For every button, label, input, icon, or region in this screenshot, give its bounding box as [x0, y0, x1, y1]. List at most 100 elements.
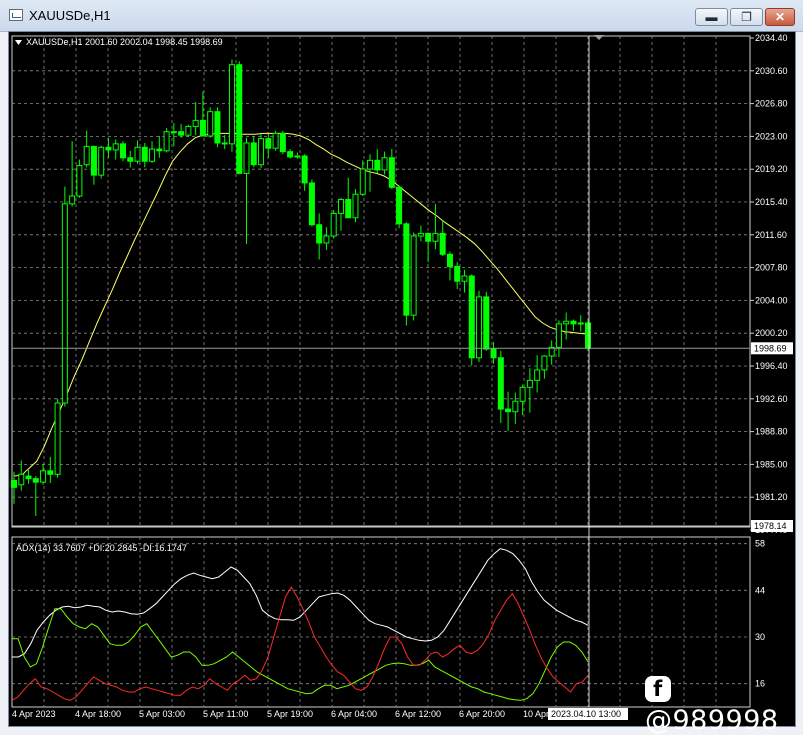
candle-body-bear [47, 470, 54, 475]
candle-body-bull [410, 235, 417, 316]
candle-body-bear [279, 132, 286, 153]
candle [316, 213, 323, 260]
price-tick-label: 2019.20 [755, 164, 788, 174]
indicator-tick-label: 44 [755, 585, 765, 595]
candle [76, 159, 83, 198]
candle-body-bull [170, 131, 177, 134]
candle [461, 269, 468, 293]
candle [141, 142, 148, 168]
candle-body-bear [308, 182, 315, 226]
candle [425, 232, 432, 263]
crosshair-price-label: 1978.14 [754, 521, 787, 531]
candle [396, 185, 403, 229]
price-tick-label: 1985.00 [755, 459, 788, 469]
time-tick-label: 4 Apr 18:00 [75, 709, 121, 719]
candle [127, 150, 134, 168]
candle [367, 154, 374, 192]
candle [403, 222, 410, 326]
candle [439, 220, 446, 257]
candle [112, 139, 119, 160]
candle [214, 107, 221, 148]
candle-body-bear [119, 143, 126, 159]
candle-body-bull [149, 148, 156, 162]
candles-layer [11, 59, 591, 517]
candle [221, 135, 228, 150]
time-tick-label: 6 Apr 12:00 [395, 709, 441, 719]
candle-body-bull [228, 64, 235, 145]
candle-body-bear [287, 151, 294, 158]
candle-body-bear [236, 64, 243, 174]
candle-body-bull [526, 379, 533, 388]
candle [149, 141, 156, 163]
candle-body-bull [330, 212, 337, 237]
price-tick-label: 2026.80 [755, 99, 788, 109]
candle [410, 232, 417, 321]
candle [337, 197, 344, 231]
candle-body-bear [250, 142, 257, 166]
candle-body-bull [337, 198, 344, 214]
candle [548, 340, 555, 365]
price-tick-label: 2007.80 [755, 263, 788, 273]
candle [163, 128, 170, 153]
candle-body-bull [577, 322, 584, 325]
candle [301, 154, 308, 191]
candle-body-bear [316, 224, 323, 244]
candle-body-bull [512, 400, 519, 413]
candle [18, 460, 25, 491]
price-panel-border [11, 35, 751, 528]
candle-body-bull [359, 168, 366, 195]
candle [119, 141, 126, 162]
candle [446, 251, 453, 281]
candle-body-bull [243, 142, 250, 174]
price-tick-label: 2023.00 [755, 131, 788, 141]
candle-body-bear [301, 155, 308, 184]
candle-body-bear [483, 296, 490, 350]
candle [555, 320, 562, 357]
candle-body-bull [83, 145, 90, 166]
candle [287, 149, 294, 159]
candle-body-bear [265, 138, 272, 149]
candle [156, 136, 163, 158]
candle-body-bull [207, 111, 214, 137]
candle [207, 107, 214, 138]
candle [243, 137, 250, 244]
candle-body-bear [446, 253, 453, 267]
candle [199, 91, 206, 137]
candle [105, 137, 112, 158]
price-tick-label: 1992.60 [755, 394, 788, 404]
candle-body-bull [18, 473, 25, 486]
watermark-handle: @989998 [645, 705, 779, 735]
indicator-tick-label: 58 [755, 539, 765, 549]
candle-body-bear [345, 198, 352, 219]
candle-body-bull [461, 275, 468, 282]
candle [570, 319, 577, 331]
current-price-label: 1998.69 [754, 343, 787, 353]
price-tick-label: 2011.60 [755, 230, 787, 240]
candle-body-bear [396, 186, 403, 225]
candle-body-bull [541, 355, 548, 371]
candle [345, 177, 352, 219]
candle-body-bull [76, 165, 83, 197]
candle [563, 312, 570, 340]
candle [585, 319, 591, 351]
candle [40, 463, 47, 485]
candle-body-bear [11, 479, 17, 488]
candle [577, 315, 584, 332]
candle [374, 149, 381, 174]
candle [454, 262, 461, 290]
candle-body-bull [272, 132, 279, 149]
candle-body-bull [417, 232, 424, 237]
price-chart[interactable]: 2034.40 2030.60 2026.80 2023.00 2019.20 2015.… [0, 0, 803, 735]
candle [381, 151, 388, 175]
candle [25, 469, 32, 484]
candle [32, 476, 39, 517]
candle-body-bear [570, 320, 577, 325]
indicator-panel-header: ADX(14) 33.7607 +DI:20.2845 -DI:16.1747 [16, 543, 187, 553]
candle [279, 130, 286, 155]
candle-body-bull [54, 402, 61, 475]
candle [265, 133, 272, 158]
candle [541, 355, 548, 379]
candle-body-bull [61, 203, 68, 404]
chart-menu-triangle-icon [15, 40, 22, 45]
time-tick-label: 5 Apr 03:00 [139, 709, 185, 719]
